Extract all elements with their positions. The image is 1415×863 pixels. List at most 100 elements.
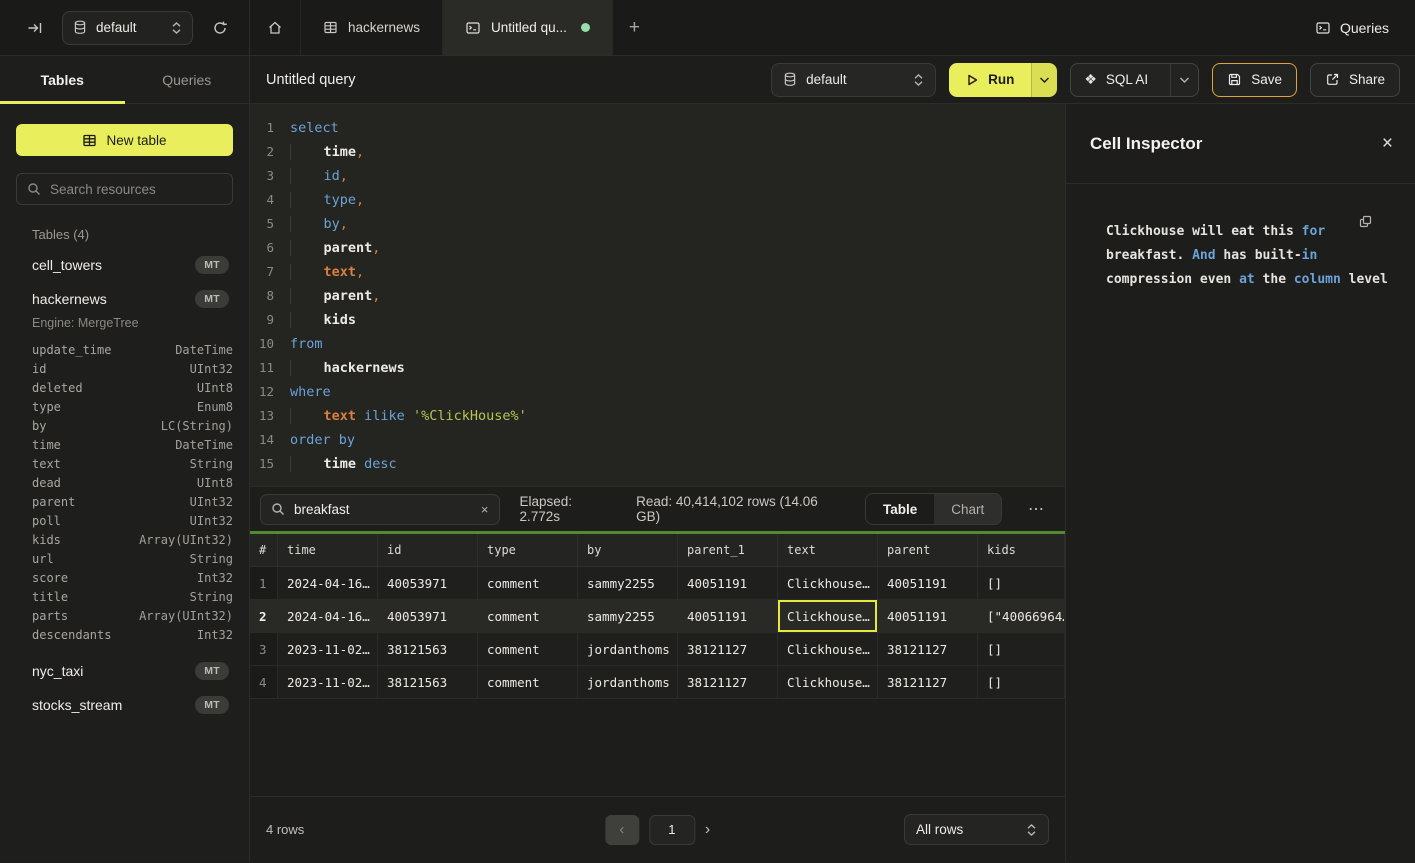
sidebar-tab-queries[interactable]: Queries xyxy=(125,56,250,103)
table-cell[interactable]: 2023-11-02… xyxy=(278,666,378,699)
table-cell[interactable]: 2023-11-02… xyxy=(278,633,378,666)
sidebar-table-stocks_stream[interactable]: stocks_streamMT xyxy=(16,688,233,722)
table-cell[interactable]: comment xyxy=(478,600,578,633)
column-header-id[interactable]: id xyxy=(378,534,478,567)
sql-editor[interactable]: 1select2 time,3 id,4 type,5 by,6 parent,… xyxy=(250,104,1065,486)
row-number-cell[interactable]: 1 xyxy=(250,567,278,600)
schema-column-row[interactable]: scoreInt32 xyxy=(16,568,233,587)
tab-hackernews[interactable]: hackernews xyxy=(301,0,443,55)
table-cell[interactable]: 40051191 xyxy=(878,600,978,633)
queries-button[interactable]: Queries xyxy=(1315,20,1389,36)
tab-home[interactable] xyxy=(250,0,301,55)
table-cell[interactable]: jordanthoms xyxy=(578,666,678,699)
editor-line[interactable]: 3 id, xyxy=(250,164,1065,188)
schema-column-row[interactable]: deadUInt8 xyxy=(16,473,233,492)
table-cell[interactable]: 2024-04-16… xyxy=(278,600,378,633)
run-options-button[interactable] xyxy=(1031,63,1057,97)
sidebar-table-nyc_taxi[interactable]: nyc_taxiMT xyxy=(16,654,233,688)
view-toggle-chart[interactable]: Chart xyxy=(934,494,1001,524)
editor-line[interactable]: 9 kids xyxy=(250,308,1065,332)
schema-column-row[interactable]: update_timeDateTime xyxy=(16,340,233,359)
row-number-cell[interactable]: 2 xyxy=(250,600,278,633)
save-button[interactable]: Save xyxy=(1212,63,1297,97)
table-cell[interactable]: 40051191 xyxy=(678,567,778,600)
new-table-button[interactable]: New table xyxy=(16,124,233,156)
close-inspector-button[interactable]: × xyxy=(1382,133,1393,155)
results-more-button[interactable]: ⋯ xyxy=(1022,499,1051,519)
column-header-time[interactable]: time xyxy=(278,534,378,567)
resource-search[interactable] xyxy=(16,173,233,205)
table-cell[interactable]: 40051191 xyxy=(878,567,978,600)
collapse-sidebar-button[interactable] xyxy=(20,13,50,43)
schema-column-row[interactable]: byLC(String) xyxy=(16,416,233,435)
column-header-type[interactable]: type xyxy=(478,534,578,567)
table-cell[interactable]: Clickhouse… xyxy=(778,633,878,666)
table-cell[interactable]: ["40066964… xyxy=(978,600,1065,633)
page-number-input[interactable] xyxy=(649,815,695,845)
results-search-input[interactable] xyxy=(294,502,472,517)
copy-cell-button[interactable] xyxy=(1358,214,1373,229)
table-cell[interactable]: comment xyxy=(478,666,578,699)
column-header-text[interactable]: text xyxy=(778,534,878,567)
table-cell[interactable]: 40053971 xyxy=(378,567,478,600)
table-cell[interactable]: 38121127 xyxy=(878,666,978,699)
table-cell[interactable]: jordanthoms xyxy=(578,633,678,666)
view-toggle-table[interactable]: Table xyxy=(866,494,934,524)
column-header-parent_1[interactable]: parent_1 xyxy=(678,534,778,567)
editor-line[interactable]: 13 text ilike '%ClickHouse%' xyxy=(250,404,1065,428)
editor-line[interactable]: 15 time desc xyxy=(250,452,1065,476)
table-cell[interactable]: 38121563 xyxy=(378,633,478,666)
sql-ai-options-button[interactable] xyxy=(1170,64,1198,96)
clear-search-button[interactable]: × xyxy=(481,502,489,517)
new-tab-button[interactable]: + xyxy=(613,0,656,55)
schema-column-row[interactable]: descendantsInt32 xyxy=(16,625,233,644)
editor-line[interactable]: 10from xyxy=(250,332,1065,356)
row-number-cell[interactable]: 3 xyxy=(250,633,278,666)
schema-column-row[interactable]: pollUInt32 xyxy=(16,511,233,530)
table-cell[interactable]: comment xyxy=(478,633,578,666)
table-cell[interactable]: 38121127 xyxy=(678,633,778,666)
schema-column-row[interactable]: deletedUInt8 xyxy=(16,378,233,397)
schema-column-row[interactable]: idUInt32 xyxy=(16,359,233,378)
editor-line[interactable]: 5 by, xyxy=(250,212,1065,236)
results-search[interactable]: × xyxy=(260,494,500,525)
prev-page-button[interactable]: ‹ xyxy=(605,815,639,845)
table-cell[interactable]: sammy2255 xyxy=(578,567,678,600)
tab-untitled-query[interactable]: Untitled qu... xyxy=(443,0,613,55)
resource-search-input[interactable] xyxy=(50,182,222,197)
editor-line[interactable]: 12where xyxy=(250,380,1065,404)
table-cell[interactable]: 38121127 xyxy=(878,633,978,666)
table-cell[interactable]: 40053971 xyxy=(378,600,478,633)
table-cell[interactable]: comment xyxy=(478,567,578,600)
table-cell[interactable]: sammy2255 xyxy=(578,600,678,633)
sidebar-tab-tables[interactable]: Tables xyxy=(0,56,125,103)
column-header-parent[interactable]: parent xyxy=(878,534,978,567)
schema-column-row[interactable]: timeDateTime xyxy=(16,435,233,454)
sidebar-table-cell_towers[interactable]: cell_towersMT xyxy=(16,248,233,282)
refresh-button[interactable] xyxy=(205,13,235,43)
schema-column-row[interactable]: typeEnum8 xyxy=(16,397,233,416)
column-header-kids[interactable]: kids xyxy=(978,534,1065,567)
topbar-database-select[interactable]: default xyxy=(62,11,193,45)
schema-column-row[interactable]: parentUInt32 xyxy=(16,492,233,511)
column-header-by[interactable]: by xyxy=(578,534,678,567)
table-cell[interactable]: Clickhouse… xyxy=(778,600,878,633)
table-cell[interactable]: [] xyxy=(978,633,1065,666)
editor-line[interactable]: 1select xyxy=(250,116,1065,140)
table-cell[interactable]: [] xyxy=(978,567,1065,600)
editor-line[interactable]: 14order by xyxy=(250,428,1065,452)
sql-ai-button[interactable]: ❖ SQL AI xyxy=(1071,64,1161,96)
table-cell[interactable]: 38121563 xyxy=(378,666,478,699)
editor-line[interactable]: 4 type, xyxy=(250,188,1065,212)
column-header-rownum[interactable]: # xyxy=(250,534,278,567)
editor-line[interactable]: 2 time, xyxy=(250,140,1065,164)
next-page-button[interactable]: › xyxy=(705,821,710,839)
table-cell[interactable]: Clickhouse… xyxy=(778,666,878,699)
schema-column-row[interactable]: titleString xyxy=(16,587,233,606)
table-cell[interactable]: [] xyxy=(978,666,1065,699)
editor-line[interactable]: 11 hackernews xyxy=(250,356,1065,380)
schema-column-row[interactable]: kidsArray(UInt32) xyxy=(16,530,233,549)
schema-column-row[interactable]: partsArray(UInt32) xyxy=(16,606,233,625)
table-cell[interactable]: Clickhouse… xyxy=(778,567,878,600)
editor-line[interactable]: 8 parent, xyxy=(250,284,1065,308)
